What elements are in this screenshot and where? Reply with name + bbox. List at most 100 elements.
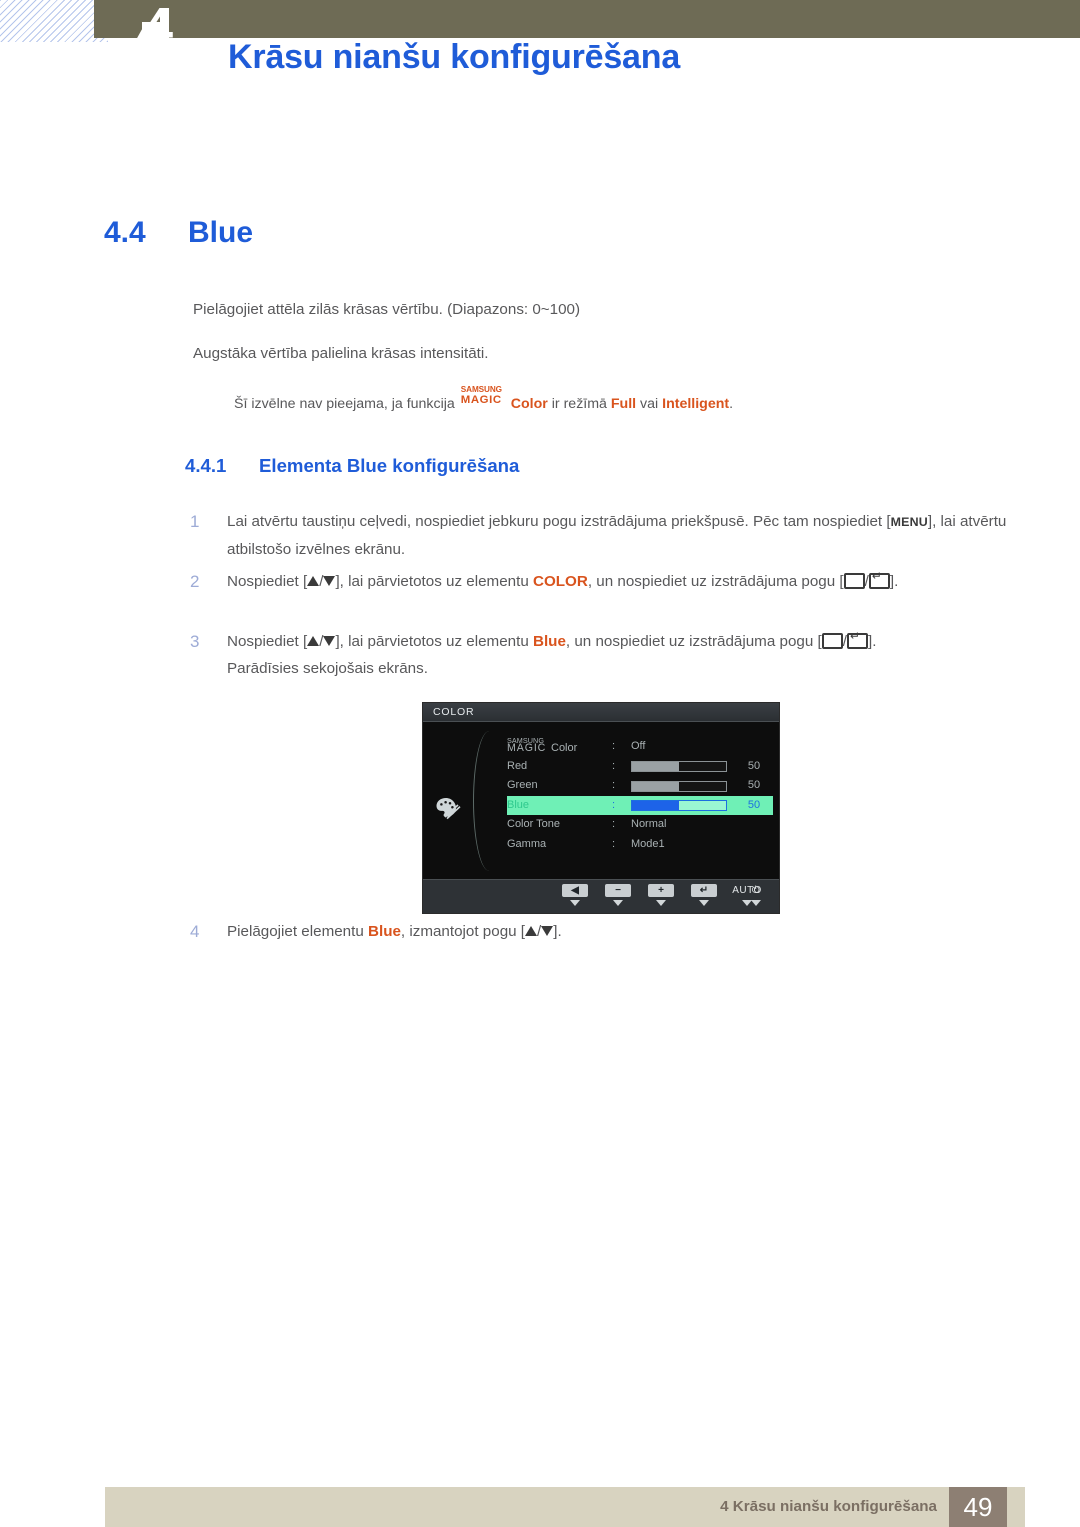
samsung-magic-logo: SAMSUNG MAGIC (460, 385, 511, 409)
menu-keycap: MENU (890, 515, 928, 529)
arrow-up-icon (307, 635, 320, 646)
osd-row-blue[interactable]: Blue : 50 (507, 795, 773, 815)
osd-green-slider[interactable] (631, 780, 727, 792)
subsection-title: Elementa Blue konfigurēšana (259, 455, 520, 476)
note-text-between: vai (636, 396, 663, 412)
step-1-marker: 1 (190, 512, 200, 531)
osd-titlebar (423, 703, 779, 722)
osd-blue-label: Blue (507, 798, 530, 811)
osd-green-value: 50 (747, 779, 761, 791)
osd-rows: SAMSUNG MAGIC Color : Off Red : 50 Green :… (507, 736, 773, 855)
keyword-blue: Blue (532, 633, 566, 650)
section-heading: 4.4 Blue (104, 216, 864, 250)
osd-row-colortone[interactable]: Color Tone : Normal (507, 815, 773, 835)
osd-red-label: Red (507, 759, 528, 772)
keyword-intelligent: Intelligent (662, 396, 730, 412)
osd-colortone-value: Normal (631, 818, 667, 830)
source-button-icon (821, 632, 843, 649)
plus-icon: + (648, 884, 674, 897)
step-2-text-a: Nospiediet [ (227, 573, 308, 590)
paragraph-intensity: Augstāka vērtība palielina krāsas intens… (193, 345, 489, 362)
step-1-text-a: Lai atvērtu taustiņu ceļvedi, nospiediet… (227, 513, 891, 530)
arrow-down-icon (323, 635, 336, 646)
osd-row-magiccolor[interactable]: SAMSUNG MAGIC Color : Off (507, 736, 773, 759)
enter-icon: ↵ (691, 884, 717, 897)
osd-green-label: Green (507, 779, 538, 791)
minus-icon: − (605, 884, 631, 897)
step-2-text-c: , un nospiediet uz izstrādājuma pogu [ (587, 573, 844, 590)
note-magiccolor: Šī izvēlne nav pieejama, ja funkcija SAM… (234, 385, 734, 414)
step-4-text-c: ]. (553, 923, 562, 940)
note-text-middle: ir režīmā (547, 396, 611, 412)
power-icon: ⏻ (751, 885, 761, 896)
keyword-blue: Blue (368, 923, 401, 940)
logo-color-text: Color (510, 396, 548, 412)
osd-green-slider-fill (632, 781, 679, 791)
keyword-full: Full (610, 396, 637, 412)
arrow-up-icon (525, 925, 538, 936)
step-3-marker: 3 (190, 632, 200, 651)
chevron-down-icon (656, 900, 666, 906)
step-3-text-e: Parādīsies sekojošais ekrāns. (227, 660, 428, 677)
note-text-before: Šī izvēlne nav pieejama, ja funkcija (234, 396, 459, 412)
minus-button[interactable]: − (601, 884, 635, 906)
step-3-text-a: Nospiediet [ (227, 633, 308, 650)
step-4-text-b: , izmantojot pogu [ (400, 923, 526, 940)
footer-page-number: 49 (949, 1487, 1007, 1527)
osd-blue-value: 50 (747, 798, 761, 811)
osd-row-red[interactable]: Red : 50 (507, 757, 773, 777)
osd-colon: : (612, 759, 616, 772)
osd-colortone-label: Color Tone (507, 818, 560, 830)
step-3-text-b: ], lai pārvietotos uz elementu (335, 633, 533, 650)
chevron-down-icon (699, 900, 709, 906)
enter-button-icon (846, 630, 868, 649)
osd-colon: : (612, 740, 616, 752)
back-button[interactable]: ◀ (558, 884, 592, 906)
osd-row-gamma[interactable]: Gamma : Mode1 (507, 835, 773, 855)
plus-button[interactable]: + (644, 884, 678, 906)
power-button[interactable]: ⏻ (739, 884, 773, 906)
osd-magiccolor-label: SAMSUNG MAGIC Color (507, 736, 607, 759)
chevron-down-icon (751, 900, 761, 906)
section-number: 4.4 (104, 216, 146, 249)
osd-red-slider[interactable] (631, 761, 727, 772)
header-olive-bar (94, 0, 1080, 38)
chevron-down-icon (570, 900, 580, 906)
arrow-down-icon (541, 925, 554, 936)
source-button-icon (843, 572, 865, 589)
step-2: 2 Nospiediet [/], lai pārvietotos uz ele… (190, 568, 1020, 595)
osd-logo-color: Color (551, 742, 578, 754)
logo-magic-text: MAGIC (460, 394, 502, 406)
osd-row-green[interactable]: Green : 50 (507, 776, 773, 796)
osd-red-value: 50 (747, 759, 761, 772)
osd-samsung-magic-logo: SAMSUNG MAGIC (507, 736, 551, 754)
note-text-end: . (729, 396, 734, 412)
step-3-text-c: , un nospiediet uz izstrādājuma pogu [ (565, 633, 822, 650)
osd-screenshot: COLOR SAMSUNG MAGIC Color : Off Red: 50… (422, 702, 780, 914)
step-3-text-d: ]. (867, 633, 877, 650)
step-1: 1 Lai atvērtu taustiņu ceļvedi, nospiedi… (190, 508, 1020, 563)
logo-samsung-text: SAMSUNG (460, 385, 502, 394)
step-2-marker: 2 (190, 572, 200, 591)
osd-gamma-label: Gamma (507, 837, 547, 850)
osd-blue-slider-fill (632, 801, 679, 810)
back-icon: ◀ (562, 884, 588, 897)
keyword-color: COLOR (532, 573, 588, 590)
osd-blue-slider[interactable] (631, 800, 727, 811)
enter-button[interactable]: ↵ (687, 884, 721, 906)
section-title: Blue (188, 216, 254, 249)
osd-gamma-value: Mode1 (631, 837, 665, 850)
osd-red-slider-fill (632, 762, 679, 771)
header-title: Krāsu nianšu konfigurēšana (228, 38, 681, 76)
arrow-up-icon (307, 575, 320, 586)
step-2-text-b: ], lai pārvietotos uz elementu (335, 573, 533, 590)
footer-chapter-text: 4 Krāsu nianšu konfigurēšana (720, 1498, 937, 1515)
osd-colon: : (612, 818, 616, 830)
page-footer: 4 Krāsu nianšu konfigurēšana 49 (105, 1487, 1025, 1527)
subsection-heading: 4.4.1 Elementa Blue konfigurēšana (185, 455, 519, 477)
step-4-body: Pielāgojiet elementu Blue, izmantojot po… (227, 918, 1020, 945)
header-chapter-number: 4 (142, 0, 174, 57)
osd-title: COLOR (433, 706, 475, 718)
osd-magiccolor-value: Off (631, 740, 646, 752)
osd-colon: : (612, 837, 616, 850)
